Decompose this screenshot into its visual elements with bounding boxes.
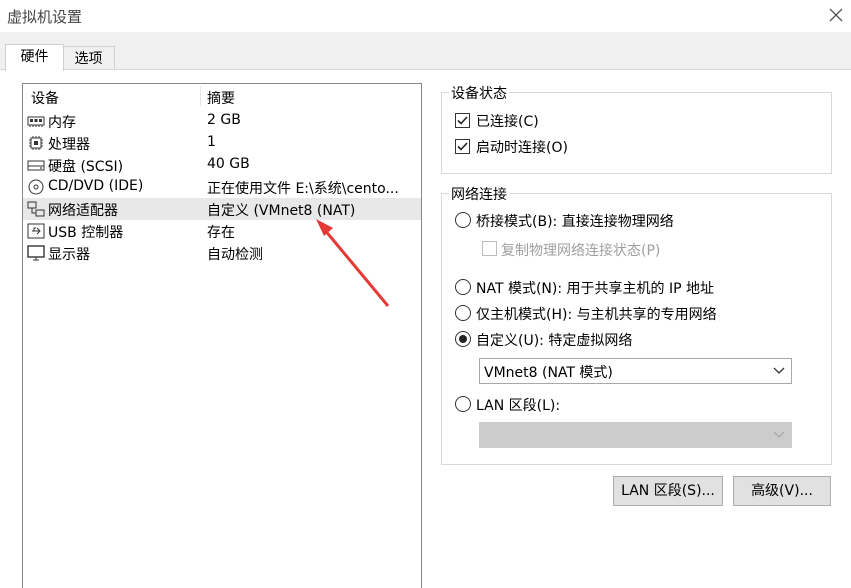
device-row-display[interactable]: 显示器 自动检测 xyxy=(23,242,421,264)
network-connection-label: 网络连接 xyxy=(449,184,509,204)
checkmark-icon xyxy=(457,142,468,151)
device-name: 显示器 xyxy=(48,247,90,263)
device-status-group: 设备状态 xyxy=(441,83,832,174)
chevron-down-icon xyxy=(773,367,785,374)
checkmark-icon xyxy=(457,116,468,125)
replicate-state-label: 复制物理网络连接状态(P) xyxy=(501,243,661,259)
device-summary: 自动检测 xyxy=(207,247,263,263)
column-separator[interactable] xyxy=(200,86,201,106)
custom-radio[interactable] xyxy=(455,331,471,347)
device-list[interactable]: 设备 摘要 内存 2 GB 处理器 1 硬盘 (SCSI) 40 GB CD/D… xyxy=(22,83,422,588)
device-name: 网络适配器 xyxy=(48,203,118,219)
processor-icon xyxy=(27,135,45,151)
custom-network-select[interactable]: VMnet8 (NAT 模式) xyxy=(479,358,792,384)
device-row-harddisk[interactable]: 硬盘 (SCSI) 40 GB xyxy=(23,154,421,176)
usb-icon xyxy=(27,223,45,239)
host-only-label[interactable]: 仅主机模式(H): 与主机共享的专用网络 xyxy=(476,304,717,324)
close-icon[interactable] xyxy=(826,5,846,25)
connected-label[interactable]: 已连接(C) xyxy=(476,111,539,131)
device-summary: 2 GB xyxy=(207,112,241,128)
device-summary: 1 xyxy=(207,134,216,150)
device-row-usb[interactable]: USB 控制器 存在 xyxy=(23,220,421,242)
replicate-state-checkbox[interactable] xyxy=(482,241,497,256)
custom-network-value: VMnet8 (NAT 模式) xyxy=(484,365,613,381)
device-summary: 存在 xyxy=(207,225,235,241)
device-name: USB 控制器 xyxy=(48,225,124,241)
title-bar: 虚拟机设置 xyxy=(0,0,851,32)
nat-radio[interactable] xyxy=(455,279,471,295)
device-status-label: 设备状态 xyxy=(449,83,509,103)
device-row-network-adapter[interactable]: 网络适配器 自定义 (VMnet8 (NAT) xyxy=(23,198,421,220)
harddisk-icon xyxy=(27,157,45,173)
lan-segment-select[interactable] xyxy=(479,422,792,448)
custom-label[interactable]: 自定义(U): 特定虚拟网络 xyxy=(476,330,632,350)
device-row-cdrom[interactable]: CD/DVD (IDE) 正在使用文件 E:\系统\cento... xyxy=(23,176,421,198)
cdrom-icon xyxy=(27,179,45,195)
chevron-down-icon xyxy=(773,431,785,438)
tab-hardware-label: 硬件 xyxy=(20,49,49,65)
lan-segment-label[interactable]: LAN 区段(L): xyxy=(476,395,560,415)
nat-label[interactable]: NAT 模式(N): 用于共享主机的 IP 地址 xyxy=(476,278,714,298)
device-name: CD/DVD (IDE) xyxy=(48,178,144,194)
connected-checkbox[interactable] xyxy=(455,113,470,128)
window-title: 虚拟机设置 xyxy=(7,8,83,26)
device-name: 硬盘 (SCSI) xyxy=(48,159,124,175)
connect-on-power-checkbox[interactable] xyxy=(455,139,470,154)
tab-hardware[interactable]: 硬件 xyxy=(5,44,64,71)
advanced-button[interactable]: 高级(V)... xyxy=(733,476,831,506)
device-summary: 自定义 (VMnet8 (NAT) xyxy=(207,203,356,219)
device-column-header[interactable]: 设备 xyxy=(31,88,59,108)
lan-segment-radio[interactable] xyxy=(455,396,471,412)
device-summary: 正在使用文件 E:\系统\cento... xyxy=(207,181,399,197)
bridged-radio[interactable] xyxy=(455,212,471,228)
device-name: 处理器 xyxy=(48,137,90,153)
host-only-radio[interactable] xyxy=(455,305,471,321)
connect-on-power-label[interactable]: 启动时连接(O) xyxy=(476,137,568,157)
device-row-memory[interactable]: 内存 2 GB xyxy=(23,110,421,132)
device-list-header: 设备 摘要 xyxy=(23,84,421,108)
tab-options-label: 选项 xyxy=(74,51,103,67)
summary-column-header[interactable]: 摘要 xyxy=(207,88,235,108)
display-icon xyxy=(27,245,45,261)
network-adapter-icon xyxy=(27,201,45,217)
radio-selected-dot xyxy=(459,335,467,343)
device-row-processor[interactable]: 处理器 1 xyxy=(23,132,421,154)
memory-icon xyxy=(27,113,45,129)
device-summary: 40 GB xyxy=(207,156,250,172)
device-name: 内存 xyxy=(48,115,76,131)
tab-options[interactable]: 选项 xyxy=(62,46,115,71)
bridged-label[interactable]: 桥接模式(B): 直接连接物理网络 xyxy=(476,211,674,231)
lan-segments-button[interactable]: LAN 区段(S)... xyxy=(613,476,723,506)
